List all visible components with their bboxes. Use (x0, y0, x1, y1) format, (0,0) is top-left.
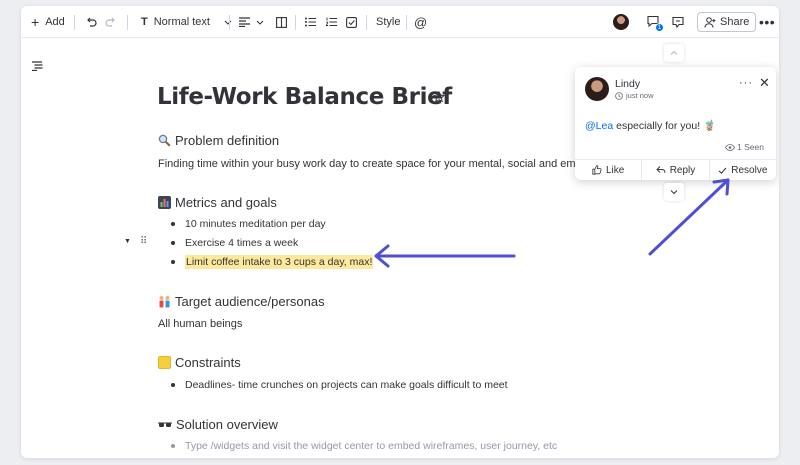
text-type-icon: T (141, 16, 148, 28)
note-icon (158, 356, 171, 369)
eye-icon (725, 143, 736, 151)
section-heading-constraints[interactable]: Constraints (158, 355, 241, 370)
plus-icon: + (31, 14, 40, 30)
redo-button[interactable] (105, 6, 117, 38)
chevron-up-icon (670, 50, 678, 55)
section-heading-metrics[interactable]: Metrics and goals (158, 195, 277, 210)
undo-icon (87, 17, 97, 27)
people-icon (159, 296, 170, 308)
comment-message: @Lea especially for you! 🧋 (585, 120, 717, 132)
seen-indicator[interactable]: 1 Seen (725, 142, 764, 152)
notification-wrap: 1 (647, 15, 664, 32)
bullet-dot (171, 383, 175, 387)
bullet-dot (171, 241, 175, 245)
columns-icon (276, 16, 287, 28)
reply-button[interactable]: Reply (642, 160, 710, 180)
checkmark-icon (718, 167, 727, 174)
star-icon[interactable] (433, 91, 445, 103)
chart-icon (158, 196, 171, 209)
undo-button[interactable] (85, 6, 97, 38)
comment-actions: Like Reply Resolve (575, 159, 776, 180)
checklist-button[interactable] (346, 6, 357, 38)
section-heading-audience[interactable]: Target audience/personas (158, 294, 325, 309)
close-icon[interactable]: ✕ (759, 75, 770, 91)
chevron-down-icon (256, 20, 264, 25)
bullet-dot (171, 222, 175, 226)
divider (229, 15, 230, 30)
glasses-icon (158, 422, 172, 427)
reply-icon (656, 166, 666, 174)
comment-more-button[interactable]: ··· (739, 77, 753, 89)
notification-badge: 1 (655, 23, 664, 32)
share-button[interactable]: Share (697, 12, 757, 32)
comment-author: Lindy (615, 78, 641, 90)
page-title[interactable]: Life-Work Balance Brief (157, 84, 452, 110)
text-style-dropdown[interactable]: T Normal text (141, 6, 232, 38)
comment-panel: Lindy just now ··· ✕ @Lea especially for… (575, 67, 776, 180)
avatar (613, 14, 629, 30)
columns-button[interactable] (276, 6, 287, 38)
bullet-list-button[interactable] (305, 6, 316, 38)
highlighted-text: Limit coffee intake to 3 cups a day, max… (185, 255, 374, 269)
notifications-button[interactable]: 1 (647, 6, 664, 38)
add-person-icon (704, 16, 716, 28)
next-comment-button[interactable] (664, 183, 684, 201)
align-dropdown[interactable] (239, 6, 264, 38)
problem-text[interactable]: Finding time within your busy work day t… (158, 158, 619, 170)
chevron-down-icon (224, 20, 232, 25)
mention-button[interactable]: @ (414, 6, 427, 38)
at-sign-icon: @ (414, 14, 428, 30)
collapse-caret-icon[interactable]: ▼ (124, 238, 131, 245)
user-avatar[interactable] (613, 6, 629, 38)
list-item[interactable]: 10 minutes meditation per day (171, 218, 326, 230)
numbered-list-button[interactable] (326, 6, 337, 38)
checkbox-icon (346, 16, 357, 28)
align-left-icon (239, 17, 250, 27)
list-item[interactable]: Limit coffee intake to 3 cups a day, max… (171, 255, 374, 269)
bullet-dot (171, 260, 175, 264)
bullet-dot (171, 444, 175, 448)
section-heading-solution[interactable]: Solution overview (158, 417, 278, 432)
section-heading-problem[interactable]: Problem definition (158, 133, 279, 148)
ellipsis-icon: ••• (759, 14, 776, 30)
feedback-button[interactable] (672, 6, 684, 38)
chevron-down-icon (670, 190, 678, 195)
editor-window: + Add T Normal text Style @ 1 Share ••• … (21, 6, 779, 458)
clock-icon (615, 91, 623, 100)
audience-text[interactable]: All human beings (158, 318, 242, 330)
previous-comment-button[interactable] (664, 44, 684, 62)
avatar (585, 77, 609, 101)
bullet-list-icon (305, 17, 316, 27)
style-button[interactable]: Style (376, 6, 400, 38)
placeholder-list-item[interactable]: Type /widgets and visit the widget cente… (171, 440, 557, 452)
divider (295, 15, 296, 30)
divider (406, 15, 407, 30)
list-item[interactable]: Deadlines- time crunches on projects can… (171, 379, 508, 391)
numbered-list-icon (326, 17, 337, 27)
outline-icon[interactable] (32, 61, 43, 71)
magnifier-icon (158, 134, 171, 147)
divider (127, 15, 128, 30)
more-options-button[interactable]: ••• (759, 6, 775, 38)
redo-icon (105, 17, 115, 27)
editor-toolbar: + Add T Normal text Style @ 1 Share ••• (21, 6, 779, 38)
comment-time: just now (615, 91, 654, 100)
resolve-button[interactable]: Resolve (710, 160, 776, 180)
thumbs-up-icon (592, 165, 602, 175)
feedback-icon (672, 16, 684, 28)
drag-handle-icon[interactable]: ⠿ (140, 236, 147, 247)
like-button[interactable]: Like (575, 160, 643, 180)
list-item[interactable]: Exercise 4 times a week (171, 237, 298, 249)
mention-link[interactable]: @Lea (585, 120, 613, 132)
divider (74, 15, 75, 30)
divider (366, 15, 367, 30)
add-button[interactable]: + Add (31, 6, 65, 38)
